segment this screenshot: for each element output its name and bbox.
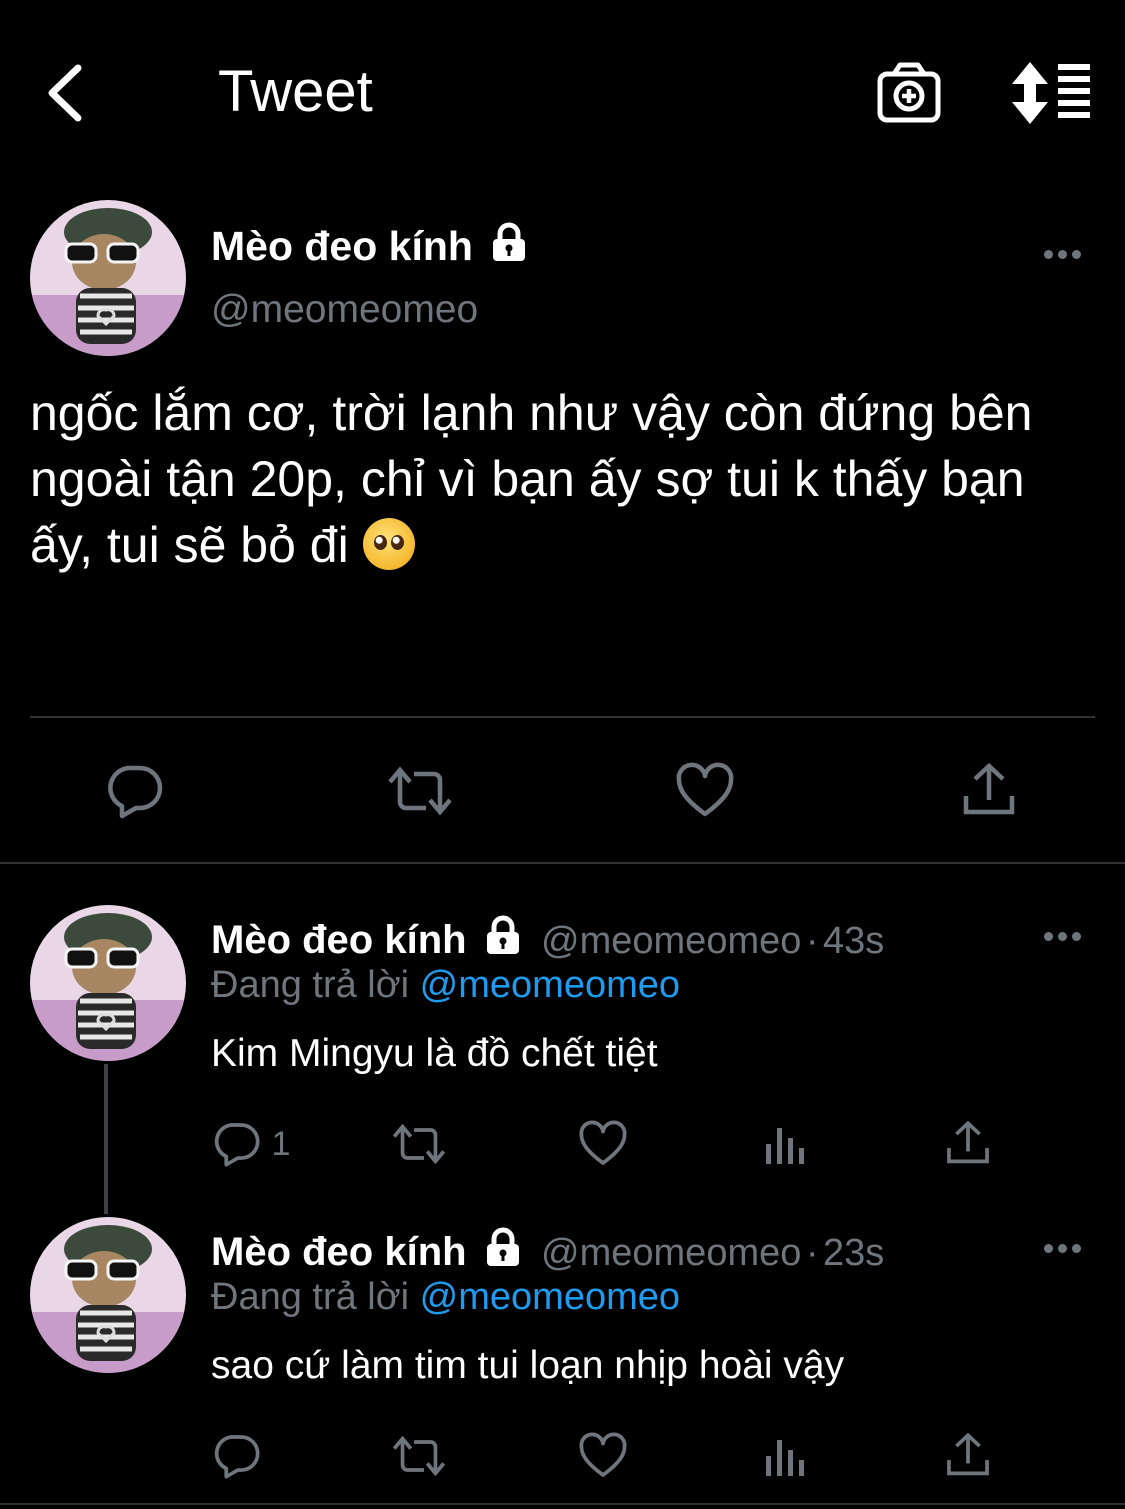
author-handle[interactable]: @meomeomeo <box>541 920 801 962</box>
replying-to: Đang trả lời @meomeomeo <box>211 1276 680 1319</box>
author-name[interactable]: Mèo đeo kính <box>211 918 467 962</box>
reply-icon <box>214 1123 260 1167</box>
share-icon <box>947 1432 989 1476</box>
author-name[interactable]: Mèo đeo kính <box>211 222 529 272</box>
sort-button[interactable] <box>1010 60 1094 126</box>
replying-label: Đang trả lời <box>211 964 410 1006</box>
reply-icon <box>108 765 163 819</box>
separator: · <box>805 920 819 962</box>
share-icon <box>963 762 1015 815</box>
pleading-face-icon <box>362 518 415 570</box>
retweet-button[interactable] <box>391 1432 447 1485</box>
cat-avatar-icon <box>30 200 186 356</box>
reply-button[interactable] <box>106 762 164 825</box>
retweet-button[interactable] <box>386 762 454 825</box>
more-options-icon[interactable] <box>1044 928 1088 944</box>
like-icon <box>676 762 734 817</box>
tweet-text-content: ngốc lắm cơ, trời lạnh như vậy còn đứng … <box>30 385 1033 573</box>
reply-button[interactable] <box>213 1432 261 1485</box>
cat-avatar-icon <box>30 1217 186 1373</box>
sort-icon <box>1012 62 1090 124</box>
like-button[interactable] <box>676 762 734 825</box>
share-icon <box>947 1120 989 1164</box>
retweet-icon <box>392 1435 446 1477</box>
author-name[interactable]: Mèo đeo kính <box>211 1230 467 1274</box>
reply-icon <box>214 1435 260 1479</box>
tweet-text: ngốc lắm cơ, trời lạnh như vậy còn đứng … <box>30 380 1100 578</box>
like-button[interactable] <box>579 1432 627 1485</box>
avatar[interactable] <box>30 200 186 356</box>
author-handle[interactable]: @meomeomeo <box>211 288 478 332</box>
like-icon <box>579 1432 627 1477</box>
retweet-icon <box>388 766 452 816</box>
mention-link[interactable]: @meomeomeo <box>420 1276 680 1318</box>
reply-text: Kim Mingyu là đồ chết tiệt <box>211 1032 658 1075</box>
divider <box>0 862 1125 864</box>
lock-icon <box>483 915 523 960</box>
like-button[interactable] <box>579 1120 627 1173</box>
replying-to: Đang trả lời @meomeomeo <box>211 964 680 1007</box>
lock-icon <box>489 222 529 272</box>
avatar[interactable] <box>30 905 186 1061</box>
divider <box>30 716 1095 718</box>
reply-button[interactable]: 1 <box>213 1120 313 1168</box>
analytics-button[interactable] <box>764 1120 808 1173</box>
reply-header: Mèo đeo kính @meomeomeo · 23s <box>211 1227 884 1275</box>
more-options-icon[interactable] <box>1044 246 1088 262</box>
author-handle[interactable]: @meomeomeo <box>541 1232 801 1274</box>
reply-count: 1 <box>271 1124 291 1163</box>
author-name-text: Mèo đeo kính <box>211 223 473 269</box>
like-icon <box>579 1120 627 1165</box>
more-options-icon[interactable] <box>1044 1240 1088 1256</box>
separator: · <box>805 1232 819 1274</box>
chevron-left-icon <box>48 64 82 122</box>
retweet-icon <box>392 1123 446 1165</box>
thread-line <box>104 1064 108 1214</box>
replying-label: Đang trả lời <box>211 1276 410 1318</box>
timestamp[interactable]: 23s <box>823 1232 884 1274</box>
analytics-button[interactable] <box>764 1432 808 1485</box>
camera-add-icon <box>877 62 941 123</box>
reply-text: sao cứ làm tim tui loạn nhịp hoài vậy <box>211 1344 845 1387</box>
share-button[interactable] <box>944 1120 992 1173</box>
lock-icon <box>483 1227 523 1272</box>
reply-header: Mèo đeo kính @meomeomeo · 43s <box>211 915 884 963</box>
camera-button[interactable] <box>872 60 944 126</box>
share-button[interactable] <box>944 1432 992 1485</box>
mention-link[interactable]: @meomeomeo <box>420 964 680 1006</box>
analytics-icon <box>766 1128 804 1164</box>
avatar[interactable] <box>30 1217 186 1373</box>
divider <box>0 1503 1125 1505</box>
back-button[interactable] <box>40 60 96 126</box>
share-button[interactable] <box>960 762 1018 825</box>
cat-avatar-icon <box>30 905 186 1061</box>
page-title: Tweet <box>218 59 373 124</box>
timestamp[interactable]: 43s <box>823 920 884 962</box>
retweet-button[interactable] <box>391 1120 447 1173</box>
analytics-icon <box>766 1440 804 1476</box>
